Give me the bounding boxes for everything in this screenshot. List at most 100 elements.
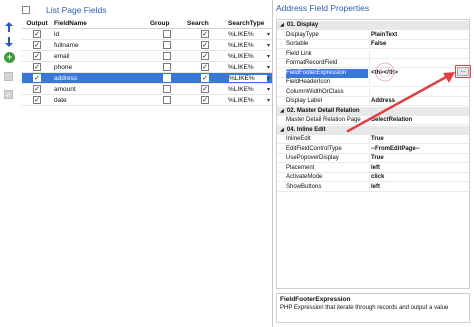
fieldname-cell[interactable]: amount [54,84,122,94]
property-category[interactable]: ◢ 04. Inline Edit [277,125,469,135]
chevron-down-icon[interactable]: ▾ [267,42,270,49]
property-value[interactable]: Address [369,97,469,106]
property-row[interactable]: ShowButtons left [277,182,469,192]
table-row[interactable]: ✓ date ✓ %LIKE% ▾ [22,95,272,106]
group-checkbox[interactable] [163,30,171,38]
property-row[interactable]: FormatRecordField [277,59,469,68]
property-value[interactable] [369,78,469,87]
group-checkbox[interactable] [163,41,171,49]
property-value[interactable]: <th></th> [369,68,469,78]
property-row[interactable]: ActivateMode click [277,173,469,182]
search-checkbox[interactable]: ✓ [201,30,209,38]
col-header-searchtype[interactable]: SearchType [228,19,268,28]
searchtype-select[interactable]: %LIKE% [228,95,268,105]
group-checkbox[interactable] [163,63,171,71]
property-row[interactable]: Display Label Address [277,97,469,106]
output-checkbox[interactable]: ✓ [33,63,41,71]
property-value[interactable] [369,49,469,59]
property-row[interactable]: Placement left [277,163,469,173]
property-value[interactable]: --FromEditPage-- [369,144,469,154]
chevron-down-icon[interactable]: ▾ [267,75,270,82]
property-value[interactable]: False [369,40,469,49]
property-key: FieldHeaderIcon [286,79,331,85]
chevron-down-icon[interactable]: ▾ [267,64,270,71]
chevron-down-icon[interactable]: ▾ [267,86,270,93]
searchtype-select[interactable]: %LIKE% [228,40,268,50]
property-value[interactable] [369,87,469,97]
fieldname-cell[interactable]: phone [54,62,122,72]
searchtype-select[interactable]: %LIKE% [228,62,268,72]
output-checkbox[interactable]: ✓ [33,30,41,38]
search-checkbox[interactable]: ✓ [201,74,209,82]
arrow-down-icon[interactable] [4,37,14,47]
collapse-triangle-icon[interactable]: ◢ [280,107,284,116]
fieldname-cell[interactable]: email [54,51,122,61]
group-checkbox[interactable] [163,52,171,60]
search-checkbox[interactable]: ✓ [201,63,209,71]
table-row[interactable]: ✓ id ✓ %LIKE% ▾ [22,29,272,40]
table-row[interactable]: ✓ fullname ✓ %LIKE% ▾ [22,40,272,51]
output-cell: ✓ [22,51,52,61]
property-row[interactable]: Master Detail Relation Page SelectRelatio… [277,116,469,125]
fieldname-cell[interactable]: address [54,73,122,83]
col-header-fieldname[interactable]: FieldName [54,19,122,28]
chevron-down-icon[interactable]: ▾ [267,97,270,104]
output-checkbox[interactable]: ✓ [33,85,41,93]
disabled-icon[interactable] [4,72,13,81]
add-icon[interactable]: + [4,52,15,63]
searchtype-select[interactable]: %LIKE% [228,84,268,94]
select-all-checkbox[interactable] [22,6,30,14]
output-checkbox[interactable]: ✓ [33,96,41,104]
property-value[interactable]: PlainText [369,30,469,40]
property-value[interactable]: left [369,163,469,173]
property-row[interactable]: UsePopoverDisplay True [277,154,469,163]
property-row[interactable]: FieldHeaderIcon [277,78,469,87]
table-row[interactable]: ✓ phone ✓ %LIKE% ▾ [22,62,272,73]
table-row[interactable]: ✓ address ✓ %LIKE% ▾ [22,73,272,84]
property-row[interactable]: ColumnWidthOrClass [277,87,469,97]
chevron-down-icon[interactable]: ▾ [267,31,270,38]
table-row[interactable]: ✓ email ✓ %LIKE% ▾ [22,51,272,62]
property-row[interactable]: DisplayType PlainText [277,30,469,40]
output-checkbox[interactable]: ✓ [33,74,41,82]
output-checkbox[interactable]: ✓ [33,41,41,49]
searchtype-select[interactable]: %LIKE% [228,74,268,83]
collapse-triangle-icon[interactable]: ◢ [280,126,284,135]
property-value[interactable] [369,59,469,68]
search-checkbox[interactable]: ✓ [201,41,209,49]
property-value[interactable]: click [369,173,469,182]
property-category[interactable]: ◢ 02. Master Detail Relation [277,106,469,116]
property-value[interactable]: True [369,135,469,144]
search-checkbox[interactable]: ✓ [201,96,209,104]
property-value[interactable]: True [369,154,469,163]
property-row[interactable]: EditFieldControlType --FromEditPage-- [277,144,469,154]
chevron-down-icon[interactable]: ▾ [267,53,270,60]
property-category[interactable]: ◢ 01. Display [277,21,469,30]
property-row[interactable]: Sortable False [277,40,469,49]
col-header-search[interactable]: Search [187,19,229,28]
fieldname-cell[interactable]: fullname [54,40,122,50]
collapse-triangle-icon[interactable]: ◢ [280,21,284,30]
table-row[interactable]: ✓ amount ✓ %LIKE% ▾ [22,84,272,95]
search-cell: ✓ [184,51,226,61]
searchtype-select[interactable]: %LIKE% [228,51,268,61]
property-row[interactable]: InlineEdit True [277,135,469,144]
search-checkbox[interactable]: ✓ [201,52,209,60]
search-checkbox[interactable]: ✓ [201,85,209,93]
panel-splitter[interactable] [272,0,273,327]
output-checkbox[interactable]: ✓ [33,52,41,60]
group-checkbox[interactable] [163,74,171,82]
property-value[interactable]: SelectRelation [369,116,469,125]
group-checkbox[interactable] [163,96,171,104]
group-checkbox[interactable] [163,85,171,93]
fieldname-cell[interactable]: id [54,29,122,39]
disabled-check-icon[interactable]: ✓ [4,90,13,99]
property-value[interactable]: left [369,182,469,192]
col-header-output[interactable]: Output [22,19,52,28]
fieldname-cell[interactable]: date [54,95,122,105]
property-row[interactable]: FieldFooterExpression <th></th> [277,68,469,78]
property-row[interactable]: Field Link [277,49,469,59]
arrow-up-icon[interactable] [4,22,14,32]
searchtype-select[interactable]: %LIKE% [228,29,268,39]
col-header-group[interactable]: Group [150,19,184,28]
